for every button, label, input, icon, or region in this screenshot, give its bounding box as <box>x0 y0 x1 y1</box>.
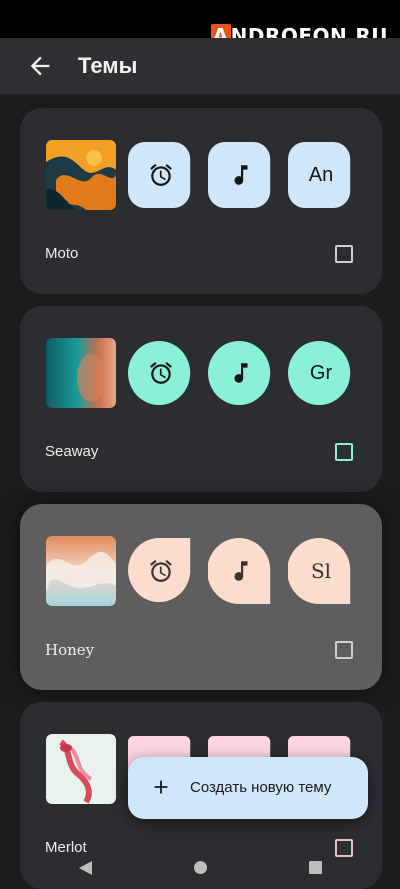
font-chip: Gr <box>288 338 354 408</box>
page-title: Темы <box>78 53 138 78</box>
back-arrow-icon[interactable] <box>26 52 54 80</box>
font-sample: An <box>308 163 334 186</box>
alarm-clock-icon <box>150 560 172 582</box>
ringtone-chip <box>208 338 274 408</box>
theme-checkbox[interactable] <box>335 245 353 263</box>
font-chip: An <box>288 140 354 210</box>
alarm-chip <box>128 140 194 210</box>
font-sample: Gr <box>309 361 333 384</box>
nav-home-icon[interactable] <box>194 861 207 874</box>
alarm-clock-icon <box>150 164 172 186</box>
wallpaper-thumbnail <box>46 140 116 210</box>
nav-back-icon[interactable] <box>79 861 93 875</box>
theme-name: Moto <box>45 245 79 262</box>
app-bar: Темы <box>0 38 400 94</box>
ringtone-chip <box>208 536 274 606</box>
system-nav-bar <box>0 846 400 889</box>
font-chip: Sl <box>288 536 354 606</box>
music-note-icon <box>234 561 248 581</box>
status-bar: A NDROFON.RU <box>0 0 400 48</box>
theme-checkbox[interactable] <box>335 443 353 461</box>
music-note-icon <box>234 363 248 383</box>
music-note-icon <box>234 165 248 185</box>
theme-name: Honey <box>45 641 95 659</box>
theme-card-moto[interactable]: An Moto <box>20 108 382 294</box>
theme-name: Seaway <box>45 443 99 460</box>
create-theme-label: Создать новую тему <box>190 779 332 796</box>
nav-recents-icon[interactable] <box>309 861 322 874</box>
alarm-chip <box>128 338 194 408</box>
theme-checkbox[interactable] <box>335 641 353 659</box>
ringtone-chip <box>208 140 274 210</box>
theme-card-honey[interactable]: Sl Honey <box>20 504 382 690</box>
create-theme-button[interactable]: Создать новую тему <box>128 757 368 819</box>
font-sample: Sl <box>310 559 332 583</box>
wallpaper-thumbnail <box>46 536 116 606</box>
alarm-clock-icon <box>150 362 172 384</box>
plus-icon <box>154 780 168 794</box>
theme-card-seaway[interactable]: Gr Seaway <box>20 306 382 492</box>
alarm-chip <box>128 536 194 606</box>
wallpaper-thumbnail <box>46 734 116 804</box>
wallpaper-thumbnail <box>46 338 116 408</box>
